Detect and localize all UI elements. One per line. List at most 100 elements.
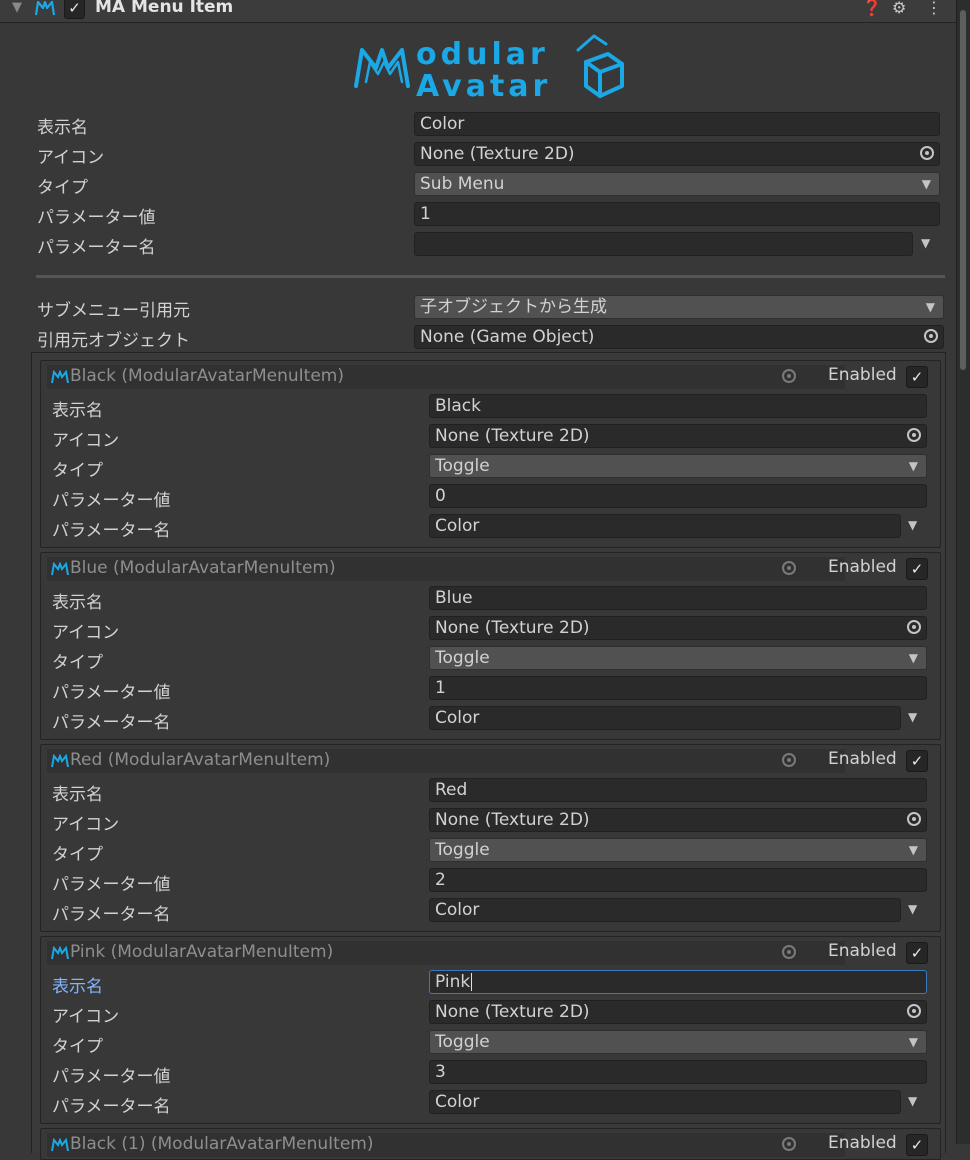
more-icon[interactable]: ⋮ <box>926 0 942 17</box>
child-header-name: Black (ModularAvatarMenuItem) <box>70 366 344 386</box>
param-name-dropdown-icon[interactable]: ▼ <box>908 902 917 916</box>
ping-object-icon[interactable] <box>782 753 796 767</box>
icon-field[interactable]: None (Texture 2D) <box>414 142 940 166</box>
param-name-field[interactable]: Color <box>429 514 901 538</box>
text-caret <box>471 973 473 991</box>
param-name-dropdown-icon[interactable]: ▼ <box>921 236 930 250</box>
icon-field[interactable]: None (Texture 2D) <box>429 424 927 448</box>
display-name-label: 表示名 <box>52 977 103 997</box>
object-picker-icon[interactable] <box>907 1004 921 1018</box>
param-name-label: パラメーター名 <box>37 238 156 258</box>
ping-object-icon[interactable] <box>782 945 796 959</box>
param-name-dropdown-icon[interactable]: ▼ <box>908 518 917 532</box>
type-dropdown[interactable]: Toggle ▼ <box>429 646 927 670</box>
display-name-value: Pink <box>435 972 471 992</box>
type-label: タイプ <box>52 845 103 865</box>
child-header[interactable]: Black (ModularAvatarMenuItem) <box>47 365 845 389</box>
icon-field-value: None (Texture 2D) <box>435 426 590 446</box>
icon-field[interactable]: None (Texture 2D) <box>429 808 927 832</box>
component-title: MA Menu Item <box>95 0 234 17</box>
component-header[interactable]: ▼ ✓ MA Menu Item ❓ ⚙ ⋮ <box>0 0 956 23</box>
child-header[interactable]: Blue (ModularAvatarMenuItem) <box>47 557 845 581</box>
child-header[interactable]: Pink (ModularAvatarMenuItem) <box>47 941 845 965</box>
icon-label: アイコン <box>37 148 105 168</box>
icon-label: アイコン <box>52 431 120 451</box>
param-value-label: パラメーター値 <box>52 875 171 895</box>
param-value-label: パラメーター値 <box>52 1067 171 1087</box>
icon-field[interactable]: None (Texture 2D) <box>429 1000 927 1024</box>
ping-object-icon[interactable] <box>782 1137 796 1151</box>
svg-text:odular: odular <box>416 37 549 72</box>
display-name-field[interactable]: Pink <box>429 970 927 994</box>
param-name-dropdown-icon[interactable]: ▼ <box>908 710 917 724</box>
ping-object-icon[interactable] <box>782 561 796 575</box>
enabled-checkbox[interactable]: ✓ <box>906 942 928 964</box>
enabled-label: Enabled <box>828 749 897 769</box>
type-label: タイプ <box>37 178 88 198</box>
source-object-label: 引用元オブジェクト <box>37 331 190 351</box>
display-name-field[interactable]: Color <box>414 112 940 136</box>
param-name-field[interactable]: Color <box>429 706 901 730</box>
component-enabled-checkbox[interactable]: ✓ <box>64 0 85 19</box>
enabled-checkbox[interactable]: ✓ <box>906 1134 928 1156</box>
separator <box>36 275 945 278</box>
child-menu-item: Black (ModularAvatarMenuItem) Enabled ✓ … <box>40 360 941 548</box>
display-name-field[interactable]: Blue <box>429 586 927 610</box>
object-picker-icon[interactable] <box>920 146 934 160</box>
enabled-label: Enabled <box>828 365 897 385</box>
enabled-checkbox[interactable]: ✓ <box>906 366 928 388</box>
type-label: タイプ <box>52 1037 103 1057</box>
display-name-field[interactable]: Red <box>429 778 927 802</box>
object-picker-icon[interactable] <box>907 428 921 442</box>
type-dropdown[interactable]: Toggle ▼ <box>429 454 927 478</box>
param-value-field[interactable]: 3 <box>429 1060 927 1084</box>
param-name-dropdown-icon[interactable]: ▼ <box>908 1094 917 1108</box>
display-name-label: 表示名 <box>52 401 103 421</box>
type-label: タイプ <box>52 461 103 481</box>
param-value-field[interactable]: 0 <box>429 484 927 508</box>
object-picker-icon[interactable] <box>907 812 921 826</box>
object-picker-icon[interactable] <box>924 329 938 343</box>
param-value-field[interactable]: 2 <box>429 868 927 892</box>
source-object-field[interactable]: None (Game Object) <box>414 325 944 349</box>
param-value-label: パラメーター値 <box>52 491 171 511</box>
preset-icon[interactable]: ⚙ <box>892 0 906 17</box>
help-icon[interactable]: ❓ <box>862 0 882 17</box>
submenu-source-value: 子オブジェクトから生成 <box>420 297 607 317</box>
enabled-checkbox[interactable]: ✓ <box>906 558 928 580</box>
param-name-label: パラメーター名 <box>52 521 171 541</box>
child-header[interactable]: Red (ModularAvatarMenuItem) <box>47 749 845 773</box>
icon-field-value: None (Texture 2D) <box>435 1002 590 1022</box>
scrollbar-thumb[interactable] <box>960 10 966 370</box>
param-value-field[interactable]: 1 <box>414 202 940 226</box>
type-dropdown-value: Toggle <box>435 456 490 476</box>
type-dropdown[interactable]: Toggle ▼ <box>429 838 927 862</box>
type-dropdown[interactable]: Sub Menu ▼ <box>414 172 940 196</box>
type-dropdown-value: Toggle <box>435 1032 490 1052</box>
icon-field-value: None (Texture 2D) <box>435 810 590 830</box>
param-value-field[interactable]: 1 <box>429 676 927 700</box>
type-dropdown-value: Toggle <box>435 648 490 668</box>
enabled-checkbox[interactable]: ✓ <box>906 750 928 772</box>
type-dropdown[interactable]: Toggle ▼ <box>429 1030 927 1054</box>
display-name-field[interactable]: Black <box>429 394 927 418</box>
submenu-source-dropdown[interactable]: 子オブジェクトから生成 ▼ <box>414 295 944 319</box>
chevron-down-icon: ▼ <box>908 459 918 473</box>
svg-text:Avatar: Avatar <box>416 69 551 100</box>
icon-label: アイコン <box>52 1007 120 1027</box>
enabled-label: Enabled <box>828 941 897 961</box>
foldout-arrow-icon[interactable]: ▼ <box>12 0 22 15</box>
icon-field[interactable]: None (Texture 2D) <box>429 616 927 640</box>
display-name-label: 表示名 <box>37 118 88 138</box>
param-name-field[interactable]: Color <box>429 1090 901 1114</box>
child-header-name: Black (1) (ModularAvatarMenuItem) <box>70 1134 374 1154</box>
modular-avatar-icon <box>51 946 69 960</box>
type-dropdown-value: Sub Menu <box>420 174 505 194</box>
param-name-field[interactable]: Color <box>429 898 901 922</box>
child-menu-item: Red (ModularAvatarMenuItem) Enabled ✓ 表示… <box>40 744 941 932</box>
ping-object-icon[interactable] <box>782 369 796 383</box>
display-name-label: 表示名 <box>52 785 103 805</box>
param-name-field[interactable] <box>414 232 913 256</box>
child-header[interactable]: Black (1) (ModularAvatarMenuItem) <box>47 1133 845 1157</box>
object-picker-icon[interactable] <box>907 620 921 634</box>
